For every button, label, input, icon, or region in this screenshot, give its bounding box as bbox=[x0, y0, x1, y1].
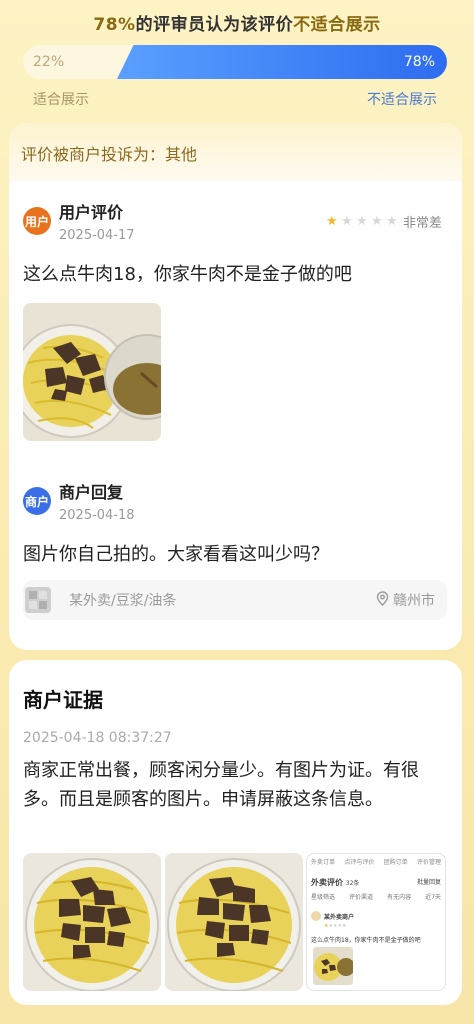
merchant-avatar: 商户 bbox=[23, 487, 51, 515]
vote-label-suitable: 适合展示 bbox=[33, 92, 89, 108]
screenshot-tab: 评价管理 bbox=[416, 859, 441, 866]
reply-date: 2025-04-18 bbox=[59, 508, 135, 523]
evidence-screenshot[interactable]: 外卖订单 点评与评价 团购订单 评价管理 外卖评价 32条 批量回复 星级筛选 … bbox=[306, 853, 446, 991]
screenshot-count: 32条 bbox=[345, 880, 360, 887]
screenshot-filter: 评价渠道 bbox=[349, 894, 374, 901]
screenshot-tabs: 外卖订单 点评与评价 团购订单 评价管理 bbox=[307, 854, 445, 869]
verdict-headline: 78%的评审员认为该评价不适合展示 bbox=[0, 10, 474, 35]
screenshot-avatar bbox=[311, 911, 321, 921]
screenshot-filter: 近7天 bbox=[425, 894, 441, 901]
star-icon: ★ bbox=[340, 214, 353, 229]
store-city: 赣州市 bbox=[393, 593, 435, 609]
reply-author: 商户 商户回复 2025-04-18 bbox=[23, 479, 135, 523]
screenshot-tab: 点评与评价 bbox=[344, 859, 375, 866]
review-date: 2025-04-17 bbox=[59, 228, 135, 243]
screenshot-header: 外卖评价 bbox=[311, 878, 343, 887]
evidence-text: 商家正常出餐，顾客闲分量少。有图片为证。有很多。而且是顾客的图片。申请屏蔽这条信… bbox=[23, 760, 419, 810]
evidence-datetime: 2025-04-18 08:37:27 bbox=[23, 730, 172, 746]
reply-title: 商户回复 bbox=[59, 483, 124, 502]
verdict-middle-text: 的评审员认为该评价 bbox=[135, 15, 294, 35]
screenshot-filter: 有无内容 bbox=[387, 894, 412, 901]
location-pin-icon bbox=[376, 590, 389, 610]
store-bar[interactable]: 某外卖/豆浆/油条 赣州市 bbox=[23, 580, 447, 620]
complaint-banner: 评价被商户投诉为：其他 bbox=[9, 123, 462, 181]
screenshot-batch-reply: 批量回复 bbox=[416, 879, 441, 886]
store-thumbnail bbox=[25, 587, 51, 613]
user-avatar: 用户 bbox=[23, 207, 51, 235]
screenshot-filter: 星级筛选 bbox=[311, 894, 336, 901]
screenshot-photo bbox=[313, 947, 353, 985]
review-photo[interactable] bbox=[23, 303, 161, 441]
evidence-title: 商户证据 bbox=[23, 688, 103, 712]
star-icon: ★ bbox=[325, 214, 338, 229]
store-name: 某外卖/豆浆/油条 bbox=[69, 593, 177, 609]
star-icon: ★ bbox=[370, 214, 383, 229]
screenshot-merchant: 某外卖商户 bbox=[324, 913, 355, 921]
evidence-photo[interactable] bbox=[165, 853, 303, 991]
review-text: 这么点牛肉18，你家牛肉不是金子做的吧 bbox=[23, 264, 352, 285]
verdict-result: 不适合展示 bbox=[293, 15, 381, 35]
star-icon: ★ bbox=[355, 214, 368, 229]
review-author: 用户 用户评价 2025-04-17 bbox=[23, 199, 135, 243]
rating-text: 非常差 bbox=[402, 216, 442, 231]
vote-bar-unsuitable: 78% bbox=[117, 45, 447, 79]
store-location: 赣州市 bbox=[376, 590, 435, 610]
reply-text: 图片你自己拍的。大家看看这叫少吗？ bbox=[23, 544, 329, 565]
star-icon: ★ bbox=[385, 214, 398, 229]
vote-bar: 22% 78% bbox=[23, 45, 447, 79]
evidence-photo[interactable] bbox=[23, 853, 161, 991]
screenshot-tab: 外卖订单 bbox=[311, 859, 336, 866]
verdict-percent: 78% bbox=[93, 15, 136, 35]
screenshot-tab: 团购订单 bbox=[383, 859, 408, 866]
vote-label-unsuitable: 不适合展示 bbox=[367, 92, 437, 108]
screenshot-review-text: 这么点牛肉18，你家牛肉不是金子做的吧 bbox=[311, 937, 421, 944]
evidence-card: 商户证据 2025-04-18 08:37:27 商家正常出餐，顾客闲分量少。有… bbox=[9, 660, 462, 1005]
review-title: 用户评价 bbox=[59, 203, 124, 222]
review-card: 评价被商户投诉为：其他 用户 用户评价 2025-04-17 ★ ★ ★ ★ ★… bbox=[9, 123, 462, 650]
star-rating: ★ ★ ★ ★ ★ 非常差 bbox=[326, 212, 442, 231]
